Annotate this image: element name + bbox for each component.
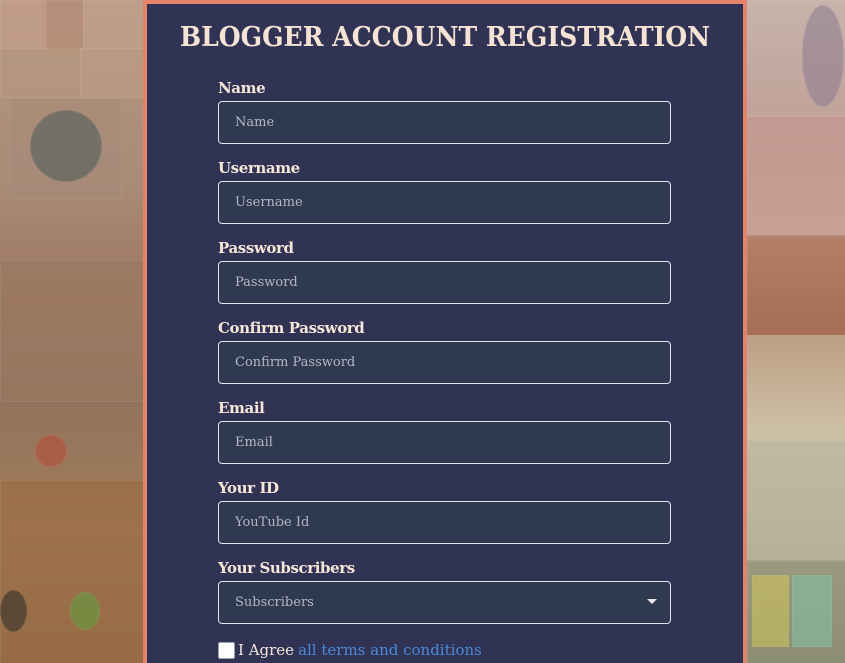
- name-input[interactable]: [218, 101, 671, 144]
- email-input[interactable]: [218, 421, 671, 464]
- username-label: Username: [218, 159, 300, 177]
- name-label: Name: [218, 79, 266, 97]
- page-title: BLOGGER ACCOUNT REGISTRATION: [179, 22, 711, 53]
- youtube-id-input[interactable]: [218, 501, 671, 544]
- email-label: Email: [218, 399, 265, 417]
- subscribers-field: Your Subscribers Subscribers: [218, 559, 671, 624]
- terms-agreement: I Agree all terms and conditions: [218, 641, 482, 659]
- chevron-down-icon: [647, 599, 657, 604]
- email-field: Email: [218, 399, 671, 464]
- confirm-password-input[interactable]: [218, 341, 671, 384]
- background-collage-left: [0, 0, 143, 663]
- username-field: Username: [218, 159, 671, 224]
- terms-link[interactable]: all terms and conditions: [298, 641, 482, 659]
- registration-panel: BLOGGER ACCOUNT REGISTRATION Name Userna…: [143, 0, 747, 663]
- name-field: Name: [218, 79, 671, 144]
- youtube-id-field: Your ID: [218, 479, 671, 544]
- username-input[interactable]: [218, 181, 671, 224]
- subscribers-select[interactable]: Subscribers: [218, 581, 671, 624]
- password-label: Password: [218, 239, 294, 257]
- background-collage-right: [747, 0, 845, 663]
- confirm-password-label: Confirm Password: [218, 319, 365, 337]
- subscribers-selected-value: Subscribers: [218, 581, 671, 624]
- agree-checkbox[interactable]: [218, 641, 235, 659]
- youtube-id-label: Your ID: [218, 479, 279, 497]
- confirm-password-field: Confirm Password: [218, 319, 671, 384]
- password-field: Password: [218, 239, 671, 304]
- agree-label: I Agree: [238, 641, 295, 659]
- password-input[interactable]: [218, 261, 671, 304]
- subscribers-label: Your Subscribers: [218, 559, 355, 577]
